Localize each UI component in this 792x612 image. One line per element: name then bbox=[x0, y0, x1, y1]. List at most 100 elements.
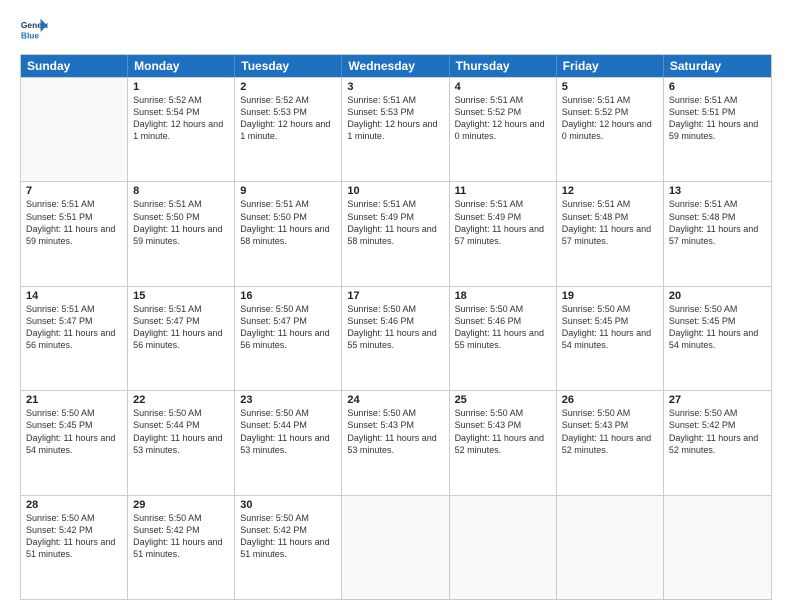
table-row: 17Sunrise: 5:50 AMSunset: 5:46 PMDayligh… bbox=[342, 287, 449, 390]
cell-info: Sunrise: 5:50 AMSunset: 5:43 PMDaylight:… bbox=[347, 407, 443, 456]
day-number: 21 bbox=[26, 394, 122, 406]
cell-info: Sunrise: 5:51 AMSunset: 5:49 PMDaylight:… bbox=[347, 198, 443, 247]
day-number: 25 bbox=[455, 394, 551, 406]
day-number: 10 bbox=[347, 185, 443, 197]
day-number: 20 bbox=[669, 290, 766, 302]
table-row: 12Sunrise: 5:51 AMSunset: 5:48 PMDayligh… bbox=[557, 182, 664, 285]
table-row: 30Sunrise: 5:50 AMSunset: 5:42 PMDayligh… bbox=[235, 496, 342, 599]
table-row: 27Sunrise: 5:50 AMSunset: 5:42 PMDayligh… bbox=[664, 391, 771, 494]
table-row: 14Sunrise: 5:51 AMSunset: 5:47 PMDayligh… bbox=[21, 287, 128, 390]
cell-info: Sunrise: 5:50 AMSunset: 5:43 PMDaylight:… bbox=[562, 407, 658, 456]
table-row bbox=[557, 496, 664, 599]
table-row: 28Sunrise: 5:50 AMSunset: 5:42 PMDayligh… bbox=[21, 496, 128, 599]
day-number: 24 bbox=[347, 394, 443, 406]
day-number: 1 bbox=[133, 81, 229, 93]
cell-info: Sunrise: 5:50 AMSunset: 5:47 PMDaylight:… bbox=[240, 303, 336, 352]
day-number: 29 bbox=[133, 499, 229, 511]
day-number: 7 bbox=[26, 185, 122, 197]
table-row: 4Sunrise: 5:51 AMSunset: 5:52 PMDaylight… bbox=[450, 78, 557, 181]
day-number: 13 bbox=[669, 185, 766, 197]
day-number: 9 bbox=[240, 185, 336, 197]
cell-info: Sunrise: 5:52 AMSunset: 5:54 PMDaylight:… bbox=[133, 94, 229, 143]
table-row: 22Sunrise: 5:50 AMSunset: 5:44 PMDayligh… bbox=[128, 391, 235, 494]
table-row: 16Sunrise: 5:50 AMSunset: 5:47 PMDayligh… bbox=[235, 287, 342, 390]
header-cell-friday: Friday bbox=[557, 55, 664, 77]
day-number: 15 bbox=[133, 290, 229, 302]
day-number: 5 bbox=[562, 81, 658, 93]
day-number: 11 bbox=[455, 185, 551, 197]
cell-info: Sunrise: 5:50 AMSunset: 5:45 PMDaylight:… bbox=[562, 303, 658, 352]
cell-info: Sunrise: 5:51 AMSunset: 5:47 PMDaylight:… bbox=[26, 303, 122, 352]
table-row: 26Sunrise: 5:50 AMSunset: 5:43 PMDayligh… bbox=[557, 391, 664, 494]
cell-info: Sunrise: 5:50 AMSunset: 5:46 PMDaylight:… bbox=[347, 303, 443, 352]
day-number: 12 bbox=[562, 185, 658, 197]
calendar-header-row: SundayMondayTuesdayWednesdayThursdayFrid… bbox=[21, 55, 771, 77]
cell-info: Sunrise: 5:50 AMSunset: 5:42 PMDaylight:… bbox=[26, 512, 122, 561]
table-row bbox=[342, 496, 449, 599]
page: General Blue SundayMondayTuesdayWednesda… bbox=[0, 0, 792, 612]
day-number: 8 bbox=[133, 185, 229, 197]
day-number: 17 bbox=[347, 290, 443, 302]
day-number: 18 bbox=[455, 290, 551, 302]
header: General Blue bbox=[20, 16, 772, 44]
day-number: 6 bbox=[669, 81, 766, 93]
logo: General Blue bbox=[20, 16, 48, 44]
logo-icon: General Blue bbox=[20, 16, 48, 44]
day-number: 23 bbox=[240, 394, 336, 406]
cell-info: Sunrise: 5:50 AMSunset: 5:42 PMDaylight:… bbox=[669, 407, 766, 456]
table-row: 2Sunrise: 5:52 AMSunset: 5:53 PMDaylight… bbox=[235, 78, 342, 181]
calendar-row-3: 21Sunrise: 5:50 AMSunset: 5:45 PMDayligh… bbox=[21, 390, 771, 494]
cell-info: Sunrise: 5:51 AMSunset: 5:48 PMDaylight:… bbox=[562, 198, 658, 247]
cell-info: Sunrise: 5:50 AMSunset: 5:42 PMDaylight:… bbox=[133, 512, 229, 561]
cell-info: Sunrise: 5:51 AMSunset: 5:51 PMDaylight:… bbox=[669, 94, 766, 143]
day-number: 28 bbox=[26, 499, 122, 511]
calendar-body: 1Sunrise: 5:52 AMSunset: 5:54 PMDaylight… bbox=[21, 77, 771, 599]
calendar-row-0: 1Sunrise: 5:52 AMSunset: 5:54 PMDaylight… bbox=[21, 77, 771, 181]
cell-info: Sunrise: 5:50 AMSunset: 5:44 PMDaylight:… bbox=[240, 407, 336, 456]
table-row: 13Sunrise: 5:51 AMSunset: 5:48 PMDayligh… bbox=[664, 182, 771, 285]
table-row: 15Sunrise: 5:51 AMSunset: 5:47 PMDayligh… bbox=[128, 287, 235, 390]
cell-info: Sunrise: 5:51 AMSunset: 5:49 PMDaylight:… bbox=[455, 198, 551, 247]
table-row: 29Sunrise: 5:50 AMSunset: 5:42 PMDayligh… bbox=[128, 496, 235, 599]
cell-info: Sunrise: 5:51 AMSunset: 5:53 PMDaylight:… bbox=[347, 94, 443, 143]
table-row: 6Sunrise: 5:51 AMSunset: 5:51 PMDaylight… bbox=[664, 78, 771, 181]
day-number: 19 bbox=[562, 290, 658, 302]
day-number: 3 bbox=[347, 81, 443, 93]
header-cell-monday: Monday bbox=[128, 55, 235, 77]
header-cell-thursday: Thursday bbox=[450, 55, 557, 77]
day-number: 16 bbox=[240, 290, 336, 302]
cell-info: Sunrise: 5:51 AMSunset: 5:50 PMDaylight:… bbox=[133, 198, 229, 247]
table-row: 11Sunrise: 5:51 AMSunset: 5:49 PMDayligh… bbox=[450, 182, 557, 285]
table-row: 8Sunrise: 5:51 AMSunset: 5:50 PMDaylight… bbox=[128, 182, 235, 285]
svg-text:Blue: Blue bbox=[21, 30, 39, 40]
calendar: SundayMondayTuesdayWednesdayThursdayFrid… bbox=[20, 54, 772, 600]
table-row: 1Sunrise: 5:52 AMSunset: 5:54 PMDaylight… bbox=[128, 78, 235, 181]
table-row: 7Sunrise: 5:51 AMSunset: 5:51 PMDaylight… bbox=[21, 182, 128, 285]
table-row: 25Sunrise: 5:50 AMSunset: 5:43 PMDayligh… bbox=[450, 391, 557, 494]
cell-info: Sunrise: 5:50 AMSunset: 5:44 PMDaylight:… bbox=[133, 407, 229, 456]
table-row: 23Sunrise: 5:50 AMSunset: 5:44 PMDayligh… bbox=[235, 391, 342, 494]
day-number: 4 bbox=[455, 81, 551, 93]
cell-info: Sunrise: 5:51 AMSunset: 5:51 PMDaylight:… bbox=[26, 198, 122, 247]
cell-info: Sunrise: 5:50 AMSunset: 5:46 PMDaylight:… bbox=[455, 303, 551, 352]
table-row: 24Sunrise: 5:50 AMSunset: 5:43 PMDayligh… bbox=[342, 391, 449, 494]
calendar-row-4: 28Sunrise: 5:50 AMSunset: 5:42 PMDayligh… bbox=[21, 495, 771, 599]
header-cell-saturday: Saturday bbox=[664, 55, 771, 77]
day-number: 27 bbox=[669, 394, 766, 406]
table-row: 20Sunrise: 5:50 AMSunset: 5:45 PMDayligh… bbox=[664, 287, 771, 390]
cell-info: Sunrise: 5:51 AMSunset: 5:47 PMDaylight:… bbox=[133, 303, 229, 352]
cell-info: Sunrise: 5:50 AMSunset: 5:42 PMDaylight:… bbox=[240, 512, 336, 561]
day-number: 22 bbox=[133, 394, 229, 406]
table-row bbox=[664, 496, 771, 599]
cell-info: Sunrise: 5:51 AMSunset: 5:50 PMDaylight:… bbox=[240, 198, 336, 247]
cell-info: Sunrise: 5:51 AMSunset: 5:48 PMDaylight:… bbox=[669, 198, 766, 247]
table-row: 5Sunrise: 5:51 AMSunset: 5:52 PMDaylight… bbox=[557, 78, 664, 181]
table-row: 10Sunrise: 5:51 AMSunset: 5:49 PMDayligh… bbox=[342, 182, 449, 285]
table-row: 9Sunrise: 5:51 AMSunset: 5:50 PMDaylight… bbox=[235, 182, 342, 285]
day-number: 30 bbox=[240, 499, 336, 511]
table-row bbox=[21, 78, 128, 181]
cell-info: Sunrise: 5:50 AMSunset: 5:45 PMDaylight:… bbox=[26, 407, 122, 456]
cell-info: Sunrise: 5:52 AMSunset: 5:53 PMDaylight:… bbox=[240, 94, 336, 143]
header-cell-sunday: Sunday bbox=[21, 55, 128, 77]
table-row bbox=[450, 496, 557, 599]
